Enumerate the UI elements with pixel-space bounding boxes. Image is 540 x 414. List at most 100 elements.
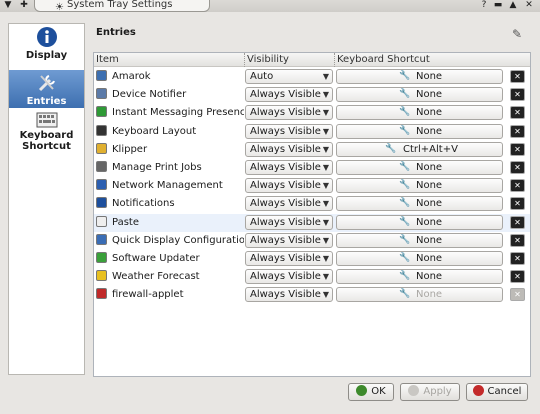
column-header-item[interactable]: Item (94, 53, 244, 67)
entry-name: Weather Forecast (96, 268, 244, 286)
shortcut-button[interactable]: 🔧 None (336, 87, 503, 103)
shortcut-button[interactable]: 🔧 None (336, 160, 503, 175)
wrench-icon: 🔧 (385, 143, 397, 154)
visibility-select[interactable]: Always Visible ▼ (245, 87, 333, 103)
table-row[interactable]: firewall-applet Always Visible ▼ 🔧 None ✕ (94, 286, 530, 304)
chevron-down-icon: ▼ (322, 181, 329, 191)
visibility-value: Always Visible (250, 216, 321, 228)
wrench-icon: 🔧 (399, 216, 411, 227)
shortcut-button[interactable]: 🔧 None (336, 105, 503, 121)
shortcut-button[interactable]: 🔧 None (336, 269, 503, 285)
table-row[interactable]: Amarok Auto ▼ 🔧 None ✕ (94, 68, 530, 86)
help-icon[interactable]: ? (478, 0, 490, 11)
clear-shortcut-icon[interactable]: ✕ (510, 179, 525, 193)
table-row[interactable]: Quick Display Configuration Always Visibl… (94, 232, 530, 250)
clear-shortcut-icon[interactable]: ✕ (510, 124, 525, 138)
clear-shortcut-icon[interactable]: ✕ (510, 288, 525, 302)
clear-shortcut-icon[interactable]: ✕ (510, 233, 525, 247)
entry-name: Keyboard Layout (96, 123, 244, 141)
shortcut-button[interactable]: 🔧 None (336, 251, 503, 266)
chevron-down-icon: ▼ (322, 217, 329, 227)
tools-icon (38, 75, 55, 92)
visibility-select[interactable]: Always Visible ▼ (245, 232, 333, 248)
visibility-select[interactable]: Always Visible ▼ (245, 105, 333, 121)
clear-shortcut-icon[interactable]: ✕ (510, 88, 525, 102)
cancel-label: Cancel (487, 386, 522, 397)
shortcut-button[interactable]: 🔧 None (336, 196, 503, 212)
visibility-select[interactable]: Auto ▼ (245, 69, 333, 84)
visibility-select[interactable]: Always Visible ▼ (245, 160, 333, 175)
entry-label: Klipper (112, 143, 148, 155)
table-row[interactable]: Keyboard Layout Always Visible ▼ 🔧 None ✕ (94, 123, 530, 141)
wrench-icon: 🔧 (399, 198, 411, 209)
shortcut-button[interactable]: 🔧 None (336, 232, 503, 248)
sidebar-item-label: Keyboard (19, 130, 74, 141)
table-row[interactable]: Device Notifier Always Visible ▼ 🔧 None ✕ (94, 86, 530, 104)
shortcut-button[interactable]: 🔧 None (336, 69, 503, 84)
visibility-select[interactable]: Always Visible ▼ (245, 287, 333, 303)
close-icon[interactable]: ✕ (523, 0, 535, 11)
visibility-select[interactable]: Always Visible ▼ (245, 214, 333, 230)
clear-shortcut-icon[interactable]: ✕ (510, 161, 525, 174)
chevron-down-icon: ▼ (322, 163, 329, 172)
cancel-button[interactable]: Cancel (466, 383, 528, 401)
visibility-value: Always Visible (250, 234, 321, 246)
sidebar-item-keyboard-shortcut[interactable]: Keyboard Shortcut (9, 112, 84, 154)
notifications-icon (96, 197, 107, 209)
visibility-select[interactable]: Always Visible ▼ (245, 123, 333, 139)
visibility-value: Always Visible (250, 162, 321, 173)
clear-shortcut-icon[interactable]: ✕ (510, 252, 525, 265)
shortcut-button[interactable]: 🔧 None (336, 287, 503, 303)
column-header-shortcut[interactable]: Keyboard Shortcut (334, 53, 530, 67)
clear-shortcut-icon[interactable]: ✕ (510, 142, 525, 156)
visibility-select[interactable]: Always Visible ▼ (245, 178, 333, 194)
clear-shortcut-icon[interactable]: ✕ (510, 215, 525, 229)
table-row[interactable]: Weather Forecast Always Visible ▼ 🔧 None ✕ (94, 268, 530, 286)
sidebar-item-label: Shortcut (22, 141, 71, 152)
column-header-visibility[interactable]: Visibility (244, 53, 334, 67)
wrench-icon: 🔧 (399, 253, 411, 263)
visibility-value: Always Visible (250, 180, 321, 192)
chevron-down-icon: ▼ (322, 144, 329, 154)
window-menu-icon[interactable]: ▼ (2, 0, 14, 11)
visibility-value: Always Visible (250, 89, 321, 101)
visibility-select[interactable]: Always Visible ▼ (245, 269, 333, 285)
sidebar: Display Entries Keyboard Shortcut (8, 23, 85, 375)
ok-button[interactable]: OK (348, 383, 394, 401)
software-updater-icon (96, 252, 107, 263)
table-row[interactable]: Notifications Always Visible ▼ 🔧 None ✕ (94, 195, 530, 213)
clear-shortcut-icon[interactable]: ✕ (510, 197, 525, 211)
sidebar-item-label: Display (25, 50, 68, 61)
clear-shortcut-icon[interactable]: ✕ (510, 106, 525, 120)
entry-name: Device Notifier (96, 86, 244, 104)
table-row[interactable]: Network Management Always Visible ▼ 🔧 None ✕ (94, 177, 530, 195)
entry-label: Instant Messaging Presence (112, 107, 244, 119)
minimize-icon[interactable]: ▬ (492, 0, 504, 11)
sidebar-item-entries[interactable]: Entries (9, 70, 84, 108)
entry-label: Amarok (112, 71, 151, 82)
table-header: Item Visibility Keyboard Shortcut (94, 53, 530, 67)
table-row[interactable]: Klipper Always Visible ▼ 🔧 Ctrl+Alt+V ✕ (94, 141, 530, 159)
sidebar-item-display[interactable]: Display (9, 26, 84, 68)
visibility-value: Always Visible (250, 125, 321, 137)
shortcut-button[interactable]: 🔧 None (336, 123, 503, 139)
configure-icon[interactable]: ✎ (512, 27, 522, 41)
table-row[interactable]: Software Updater Always Visible ▼ 🔧 None ✕ (94, 250, 530, 268)
table-row[interactable]: Manage Print Jobs Always Visible ▼ 🔧 None ✕ (94, 159, 530, 177)
table-row[interactable]: Instant Messaging Presence Always Visible… (94, 104, 530, 122)
maximize-icon[interactable]: ▲ (507, 0, 519, 11)
visibility-select[interactable]: Always Visible ▼ (245, 141, 333, 157)
visibility-select[interactable]: Always Visible ▼ (245, 196, 333, 212)
shortcut-button[interactable]: 🔧 Ctrl+Alt+V (336, 141, 503, 157)
clear-shortcut-icon[interactable]: ✕ (510, 270, 525, 284)
apply-button[interactable]: Apply (400, 383, 460, 401)
entry-label: Weather Forecast (112, 271, 200, 283)
ok-label: OK (371, 386, 386, 397)
shortcut-button[interactable]: 🔧 None (336, 178, 503, 194)
clear-shortcut-icon[interactable]: ✕ (510, 70, 525, 83)
chevron-down-icon: ▼ (322, 272, 329, 282)
shortcut-button[interactable]: 🔧 None (336, 214, 503, 230)
add-icon[interactable]: ✚ (18, 0, 30, 11)
visibility-select[interactable]: Always Visible ▼ (245, 251, 333, 266)
table-row[interactable]: Paste Always Visible ▼ 🔧 None ✕ (94, 213, 530, 232)
